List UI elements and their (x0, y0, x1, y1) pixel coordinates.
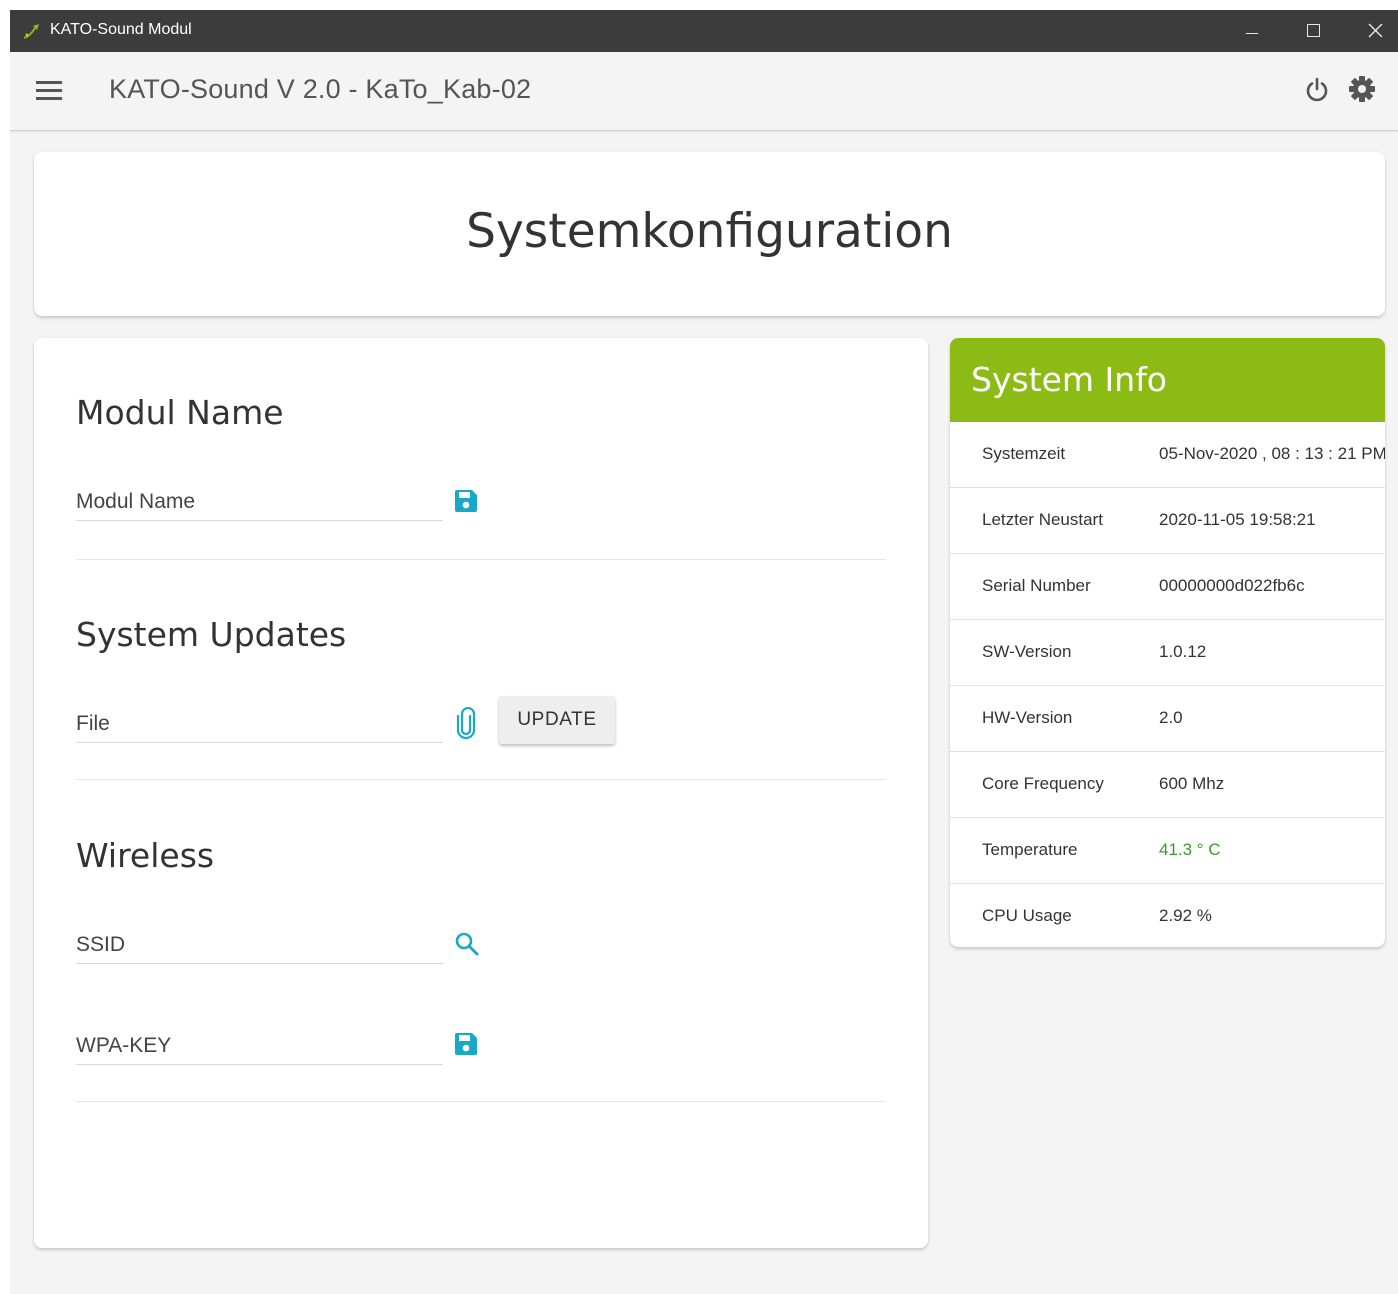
window-title: KATO-Sound Modul (50, 21, 192, 38)
file-label: File (76, 712, 110, 735)
info-key: Core Frequency (982, 774, 1104, 793)
config-card: Modul Name Modul Name System Updates Fil… (34, 338, 928, 1248)
wpa-key-field[interactable]: WPA-KEY (76, 1026, 443, 1065)
info-value: 600 Mhz (1159, 774, 1225, 793)
close-icon (1368, 23, 1383, 38)
system-info-table: Systemzeit 05-Nov-2020 , 08 : 13 : 21 PM… (950, 422, 1385, 947)
table-row: Temperature 41.3 ° C (950, 818, 1385, 884)
update-button[interactable]: UPDATE (499, 696, 615, 744)
info-key: Systemzeit (982, 444, 1066, 463)
window-titlebar[interactable]: KATO-Sound Modul (10, 10, 1398, 52)
table-row: Systemzeit 05-Nov-2020 , 08 : 13 : 21 PM (950, 422, 1385, 488)
ssid-field[interactable]: SSID (76, 925, 443, 964)
info-value: 05-Nov-2020 , 08 : 13 : 21 PM (1159, 444, 1385, 463)
info-value: 2020-11-05 19:58:21 (1159, 510, 1316, 529)
page-title: Systemkonfiguration (466, 204, 953, 259)
save-icon[interactable] (454, 1032, 478, 1056)
save-icon[interactable] (454, 489, 478, 513)
wireless-heading: Wireless (76, 836, 215, 875)
system-info-card: System Info Systemzeit 05-Nov-2020 , 08 … (950, 338, 1385, 947)
table-row: CPU Usage 2.92 % (950, 884, 1385, 947)
table-row: Core Frequency 600 Mhz (950, 752, 1385, 818)
maximize-button[interactable] (1282, 10, 1342, 52)
info-key: HW-Version (982, 708, 1073, 727)
wpa-key-label: WPA-KEY (76, 1034, 172, 1057)
info-key: Serial Number (982, 576, 1091, 595)
menu-icon[interactable] (36, 81, 62, 101)
paperclip-icon[interactable] (456, 707, 476, 739)
table-row: SW-Version 1.0.12 (950, 620, 1385, 686)
app-window: KATO-Sound Modul KATO-Sound V 2.0 - KaTo… (10, 10, 1398, 1294)
file-field[interactable]: File (76, 704, 443, 743)
info-value: 00000000d022fb6c (1159, 576, 1305, 595)
modul-name-heading: Modul Name (76, 393, 284, 432)
system-info-header: System Info (950, 338, 1385, 422)
system-info-title: System Info (971, 360, 1168, 399)
info-key: CPU Usage (982, 906, 1072, 925)
modul-name-field[interactable]: Modul Name (76, 482, 443, 521)
info-value: 2.0 (1159, 708, 1183, 727)
section-divider (76, 559, 886, 560)
minimize-button[interactable] (1222, 10, 1282, 52)
info-value: 1.0.12 (1159, 642, 1207, 661)
close-button[interactable] (1342, 10, 1398, 52)
system-updates-heading: System Updates (76, 615, 347, 654)
temperature-value: 41.3 ° C (1159, 840, 1221, 859)
modul-name-label: Modul Name (76, 490, 196, 513)
power-icon[interactable] (1303, 76, 1331, 104)
page-header-card: Systemkonfiguration (34, 152, 1385, 316)
search-icon[interactable] (454, 931, 480, 957)
info-key: Temperature (982, 840, 1078, 859)
section-divider (76, 779, 886, 780)
table-row: Letzter Neustart 2020-11-05 19:58:21 (950, 488, 1385, 554)
section-divider (76, 1101, 886, 1102)
ssid-label: SSID (76, 933, 126, 956)
info-key: SW-Version (982, 642, 1072, 661)
info-value: 2.92 % (1159, 906, 1212, 925)
gear-icon[interactable] (1347, 74, 1377, 104)
app-title: KATO-Sound V 2.0 - KaTo_Kab-02 (109, 74, 532, 104)
info-key: Letzter Neustart (982, 510, 1103, 529)
kato-logo-icon (23, 24, 39, 39)
table-row: HW-Version 2.0 (950, 686, 1385, 752)
table-row: Serial Number 00000000d022fb6c (950, 554, 1385, 620)
app-bar: KATO-Sound V 2.0 - KaTo_Kab-02 (10, 52, 1398, 131)
